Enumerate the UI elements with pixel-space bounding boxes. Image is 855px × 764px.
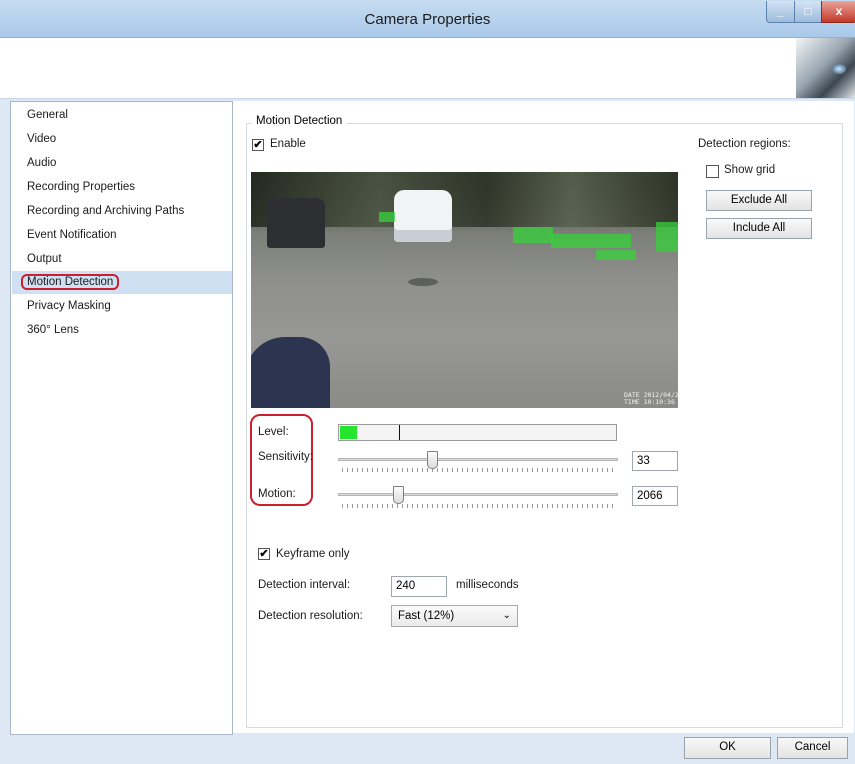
manhole xyxy=(408,278,438,286)
sidebar-item-video[interactable]: Video xyxy=(12,128,232,151)
header-banner xyxy=(0,38,855,99)
camera-timestamp: DATE 2012/04/21 TIME 10:10:36 xyxy=(624,391,678,406)
sidebar-item-general[interactable]: General xyxy=(12,104,232,127)
parked-car-dark xyxy=(267,198,325,248)
sidebar-item-recording-properties[interactable]: Recording Properties xyxy=(12,176,232,199)
sidebar-item-privacy-masking[interactable]: Privacy Masking xyxy=(12,295,232,318)
sensitivity-slider-thumb[interactable] xyxy=(427,451,438,469)
enable-checkbox[interactable]: ✔ xyxy=(252,139,264,151)
exclude-all-button[interactable]: Exclude All xyxy=(706,190,812,211)
level-meter xyxy=(338,424,617,441)
minimize-button[interactable]: _ xyxy=(766,1,795,23)
sensitivity-slider-ticks xyxy=(342,468,614,472)
motion-slider-track[interactable] xyxy=(338,493,618,496)
logo-eye xyxy=(832,64,846,74)
sidebar-item-label: Video xyxy=(27,133,57,145)
sidebar-item-recording-archiving-paths[interactable]: Recording and Archiving Paths xyxy=(12,200,232,223)
level-meter-fill xyxy=(340,426,357,439)
sidebar-item-event-notification[interactable]: Event Notification xyxy=(12,224,232,247)
sensitivity-label: Sensitivity: xyxy=(258,451,313,463)
motion-slider-ticks xyxy=(342,504,614,508)
motion-slider-thumb[interactable] xyxy=(393,486,404,504)
wolf-logo-icon xyxy=(796,38,855,98)
sidebar-item-motion-detection[interactable]: Motion Detection xyxy=(12,271,232,294)
sidebar-item-label: Recording Properties xyxy=(27,181,136,193)
ok-button[interactable]: OK xyxy=(684,737,771,759)
detection-interval-field[interactable]: 240 xyxy=(391,576,447,597)
sidebar-item-label: 360° Lens xyxy=(27,324,79,336)
parked-car-blue xyxy=(251,337,330,408)
sidebar-item-360-lens[interactable]: 360° Lens xyxy=(12,319,232,342)
sidebar-item-label: Output xyxy=(27,253,62,265)
include-all-button[interactable]: Include All xyxy=(706,218,812,239)
sidebar-item-label: Audio xyxy=(27,157,57,169)
keyframe-only-label: Keyframe only xyxy=(276,548,350,560)
sidebar-nav: General Video Audio Recording Properties… xyxy=(10,101,233,735)
detection-interval-label: Detection interval: xyxy=(258,579,351,591)
show-grid-checkbox[interactable] xyxy=(706,165,719,178)
maximize-button[interactable]: □ xyxy=(794,1,822,23)
sidebar-item-audio[interactable]: Audio xyxy=(12,152,232,175)
motion-region xyxy=(656,222,678,252)
group-title: Motion Detection xyxy=(252,115,347,127)
motion-region xyxy=(379,212,395,222)
motion-label: Motion: xyxy=(258,488,296,500)
close-button[interactable]: x xyxy=(821,1,855,23)
motion-region xyxy=(551,234,631,248)
level-label: Level: xyxy=(258,426,289,438)
keyframe-only-checkbox[interactable]: ✔ xyxy=(258,548,270,560)
sensitivity-value-field[interactable]: 33 xyxy=(632,451,678,471)
sidebar-item-label: Privacy Masking xyxy=(27,300,111,312)
sidebar-item-output[interactable]: Output xyxy=(12,248,232,271)
detection-resolution-dropdown[interactable]: Fast (12%) ⌄ xyxy=(391,605,518,627)
chevron-down-icon: ⌄ xyxy=(502,610,511,621)
level-threshold-marker xyxy=(399,425,400,440)
window-title: Camera Properties xyxy=(364,11,491,28)
sidebar-item-label: Motion Detection xyxy=(21,274,120,290)
enable-label: Enable xyxy=(270,138,306,150)
motion-value-field[interactable]: 2066 xyxy=(632,486,678,506)
cancel-button[interactable]: Cancel xyxy=(777,737,848,759)
motion-region xyxy=(513,227,553,243)
sidebar-item-label: Recording and Archiving Paths xyxy=(27,205,185,217)
parked-car-white xyxy=(394,190,452,242)
sidebar-item-label: Event Notification xyxy=(27,229,117,241)
camera-preview[interactable]: DATE 2012/04/21 TIME 10:10:36 xyxy=(251,172,678,408)
detection-resolution-label: Detection resolution: xyxy=(258,610,363,622)
detection-regions-label: Detection regions: xyxy=(698,138,791,150)
sidebar-item-label: General xyxy=(27,109,68,121)
show-grid-label: Show grid xyxy=(724,164,776,176)
interval-unit-label: milliseconds xyxy=(456,579,519,591)
detection-resolution-value: Fast (12%) xyxy=(398,610,455,622)
motion-region xyxy=(596,250,636,260)
sensitivity-slider-track[interactable] xyxy=(338,458,618,461)
